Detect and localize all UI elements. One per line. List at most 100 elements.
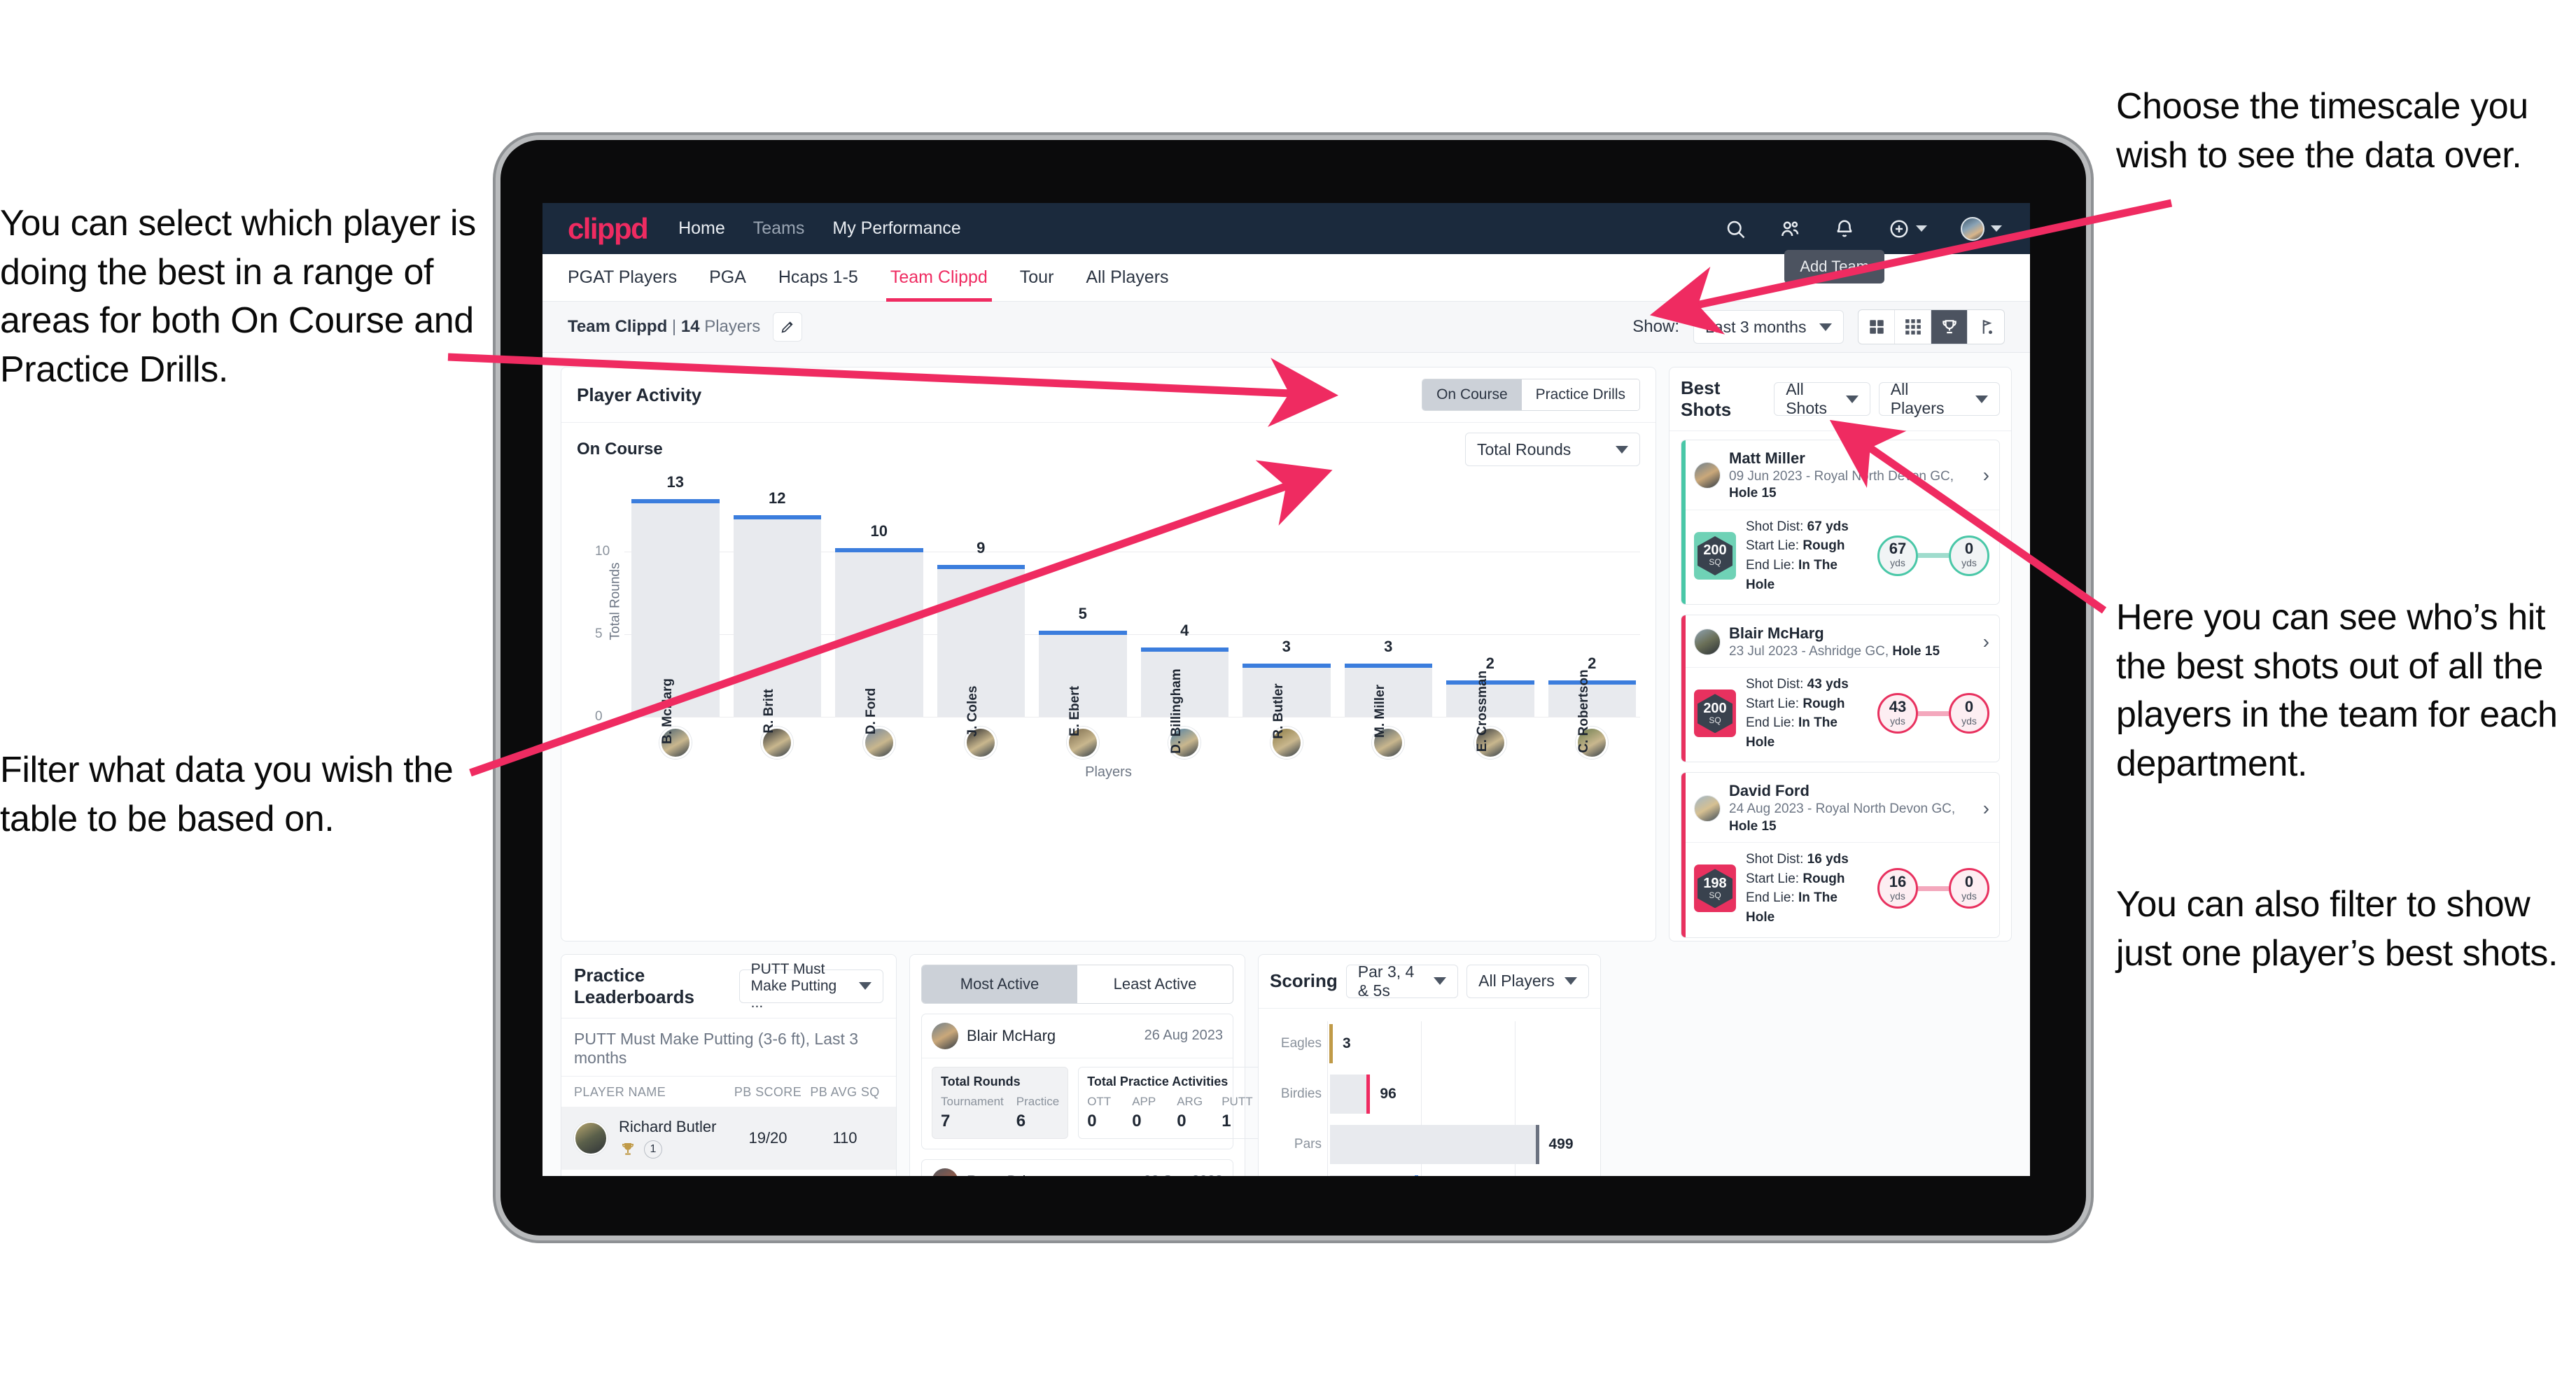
table-row[interactable]: Richard Butler 1 19/20 110	[561, 1106, 896, 1170]
end-lie-line: End Lie: In The Hole	[1746, 890, 1837, 925]
y-tick: 5	[595, 626, 603, 642]
user-menu[interactable]	[1961, 216, 2002, 241]
timescale-select[interactable]: Last 3 months	[1693, 310, 1844, 344]
par-filter-select[interactable]: Par 3, 4 & 5s	[1345, 962, 1459, 1000]
segment-on-course[interactable]: On Course	[1422, 379, 1522, 410]
activity-item[interactable]: Blair McHarg 26 Aug 2023 Total Rounds Tourn…	[921, 1013, 1264, 1149]
player-avatar[interactable]	[734, 727, 822, 759]
chart-bar[interactable]: 4 D. Billingham	[1140, 622, 1228, 754]
chart-bar[interactable]: 3 R. Butler	[1242, 638, 1331, 739]
tab-most-active[interactable]: Most Active	[922, 965, 1077, 1003]
scoring-row[interactable]: Pars 499	[1270, 1124, 1589, 1164]
nav-teams[interactable]: Teams	[753, 218, 805, 239]
best-shots-player-filter[interactable]: All Players	[1878, 380, 2000, 417]
chart-bar[interactable]: 12 R. Britt	[733, 489, 821, 734]
tab-tour[interactable]: Tour	[1020, 254, 1054, 302]
scoring-bar	[1330, 1124, 1539, 1164]
view-trophy-button[interactable]	[1931, 310, 1968, 344]
scoring-row[interactable]: Bogeys211	[1270, 1175, 1589, 1176]
best-shots-shot-filter[interactable]: All Shots	[1774, 380, 1870, 417]
sq-unit: SQ	[1709, 715, 1721, 725]
chart-bar-column[interactable]: 2 E. Crossman	[1446, 486, 1534, 752]
player-activity-body: On Course Total Rounds Total Rounds 0 5 10…	[561, 423, 1656, 789]
player-activity-card: Player Activity On Course Practice Drill…	[561, 367, 1656, 941]
activity-list: Blair McHarg 26 Aug 2023 Total Rounds Tourn…	[910, 1013, 1264, 1177]
chart-bar-column[interactable]: 2 C. Robertson	[1548, 486, 1636, 753]
clippd-logo[interactable]: clippd	[568, 214, 649, 244]
segment-practice-drills[interactable]: Practice Drills	[1521, 379, 1639, 410]
view-flag-button[interactable]	[1968, 310, 2004, 344]
player-activity-header: Player Activity On Course Practice Drill…	[561, 368, 1656, 423]
edit-team-button[interactable]	[773, 312, 803, 342]
tab-pgat-players[interactable]: PGAT Players	[568, 254, 677, 302]
chart-bar[interactable]: 13 B. McHarg	[631, 473, 720, 744]
best-shot-card[interactable]: Blair McHarg 23 Jul 2023 - Ashridge GC, H…	[1681, 615, 2000, 763]
team-tab-strip: PGAT Players PGA Hcaps 1-5 Team Clippd T…	[542, 250, 2030, 302]
chevron-right-icon[interactable]: ›	[1983, 465, 1989, 485]
distance-connector	[1918, 886, 1949, 891]
chart-bar-column[interactable]: 3 M. Miller	[1344, 486, 1432, 738]
player-avatar[interactable]	[1548, 727, 1637, 759]
chart-bar-column[interactable]: 10 D. Ford	[835, 486, 923, 734]
player-avatar[interactable]	[1141, 727, 1229, 759]
player-name: Rees Britt	[967, 1172, 1035, 1177]
player-avatar[interactable]	[1345, 727, 1433, 759]
hexagon-icon: 200 SQ	[1698, 536, 1732, 575]
bar-cap	[1548, 680, 1636, 685]
player-avatar[interactable]	[937, 727, 1026, 759]
dashboard-row-bottom: Practice Leaderboards PUTT Must Make Put…	[561, 953, 2012, 1177]
people-icon[interactable]	[1779, 218, 1800, 239]
nav-my-performance[interactable]: My Performance	[832, 218, 960, 239]
plus-circle-menu[interactable]	[1889, 218, 1927, 239]
tab-all-players[interactable]: All Players	[1086, 254, 1168, 302]
drill-select[interactable]: PUTT Must Make Putting ...	[738, 961, 883, 1011]
device-button-side-3	[493, 728, 500, 757]
stat-value: 0	[1177, 1111, 1186, 1130]
metric-select[interactable]: Total Rounds	[1465, 433, 1640, 466]
tab-team-clippd[interactable]: Team Clippd	[886, 254, 992, 302]
activity-item-header: Rees Britt 02 Sep 2023	[922, 1160, 1233, 1177]
bar-category-label: D. Billingham	[1169, 668, 1184, 754]
distance-from-value: 67	[1889, 540, 1907, 558]
bell-icon[interactable]	[1834, 218, 1855, 239]
view-grid-small-button[interactable]	[1895, 310, 1931, 344]
best-shot-card[interactable]: David Ford 24 Aug 2023 - Royal North Devo…	[1681, 772, 2000, 938]
chart-bar[interactable]: 2 C. Robertson	[1548, 654, 1636, 753]
chart-bar[interactable]: 9 J. Coles	[937, 539, 1025, 736]
chart-bar[interactable]: 2 E. Crossman	[1446, 654, 1534, 752]
chart-bar-column[interactable]: 3 R. Butler	[1242, 486, 1331, 739]
trophy-icon	[1942, 320, 1956, 334]
view-toggle-group	[1858, 309, 2005, 344]
activity-item[interactable]: Rees Britt02 Sep 2023Total RoundsTournam…	[921, 1158, 1233, 1177]
shot-distance-line: Shot Dist: 43 yds	[1746, 677, 1849, 692]
scoring-bar-tip	[1366, 1074, 1371, 1114]
chart-bar[interactable]: 3 M. Miller	[1344, 638, 1432, 738]
chart-bar-column[interactable]: 12 R. Britt	[733, 486, 821, 734]
bar-value-label: 12	[769, 489, 786, 507]
chevron-right-icon[interactable]: ›	[1983, 632, 1989, 652]
nav-home[interactable]: Home	[678, 218, 725, 239]
tab-least-active[interactable]: Least Active	[1077, 965, 1233, 1003]
tab-pga[interactable]: PGA	[709, 254, 746, 302]
chart-bar-column[interactable]: 9 J. Coles	[937, 486, 1025, 736]
search-icon[interactable]	[1725, 218, 1746, 239]
chart-bar-column[interactable]: 13 B. McHarg	[631, 473, 720, 744]
table-row[interactable]: Edward Crossman218/20107	[561, 1170, 896, 1177]
best-shot-card[interactable]: Matt Miller 09 Jun 2023 - Royal North Dev…	[1681, 440, 2000, 606]
stat-value: 1	[1222, 1111, 1231, 1130]
view-grid-large-button[interactable]	[1858, 310, 1895, 344]
chevron-right-icon[interactable]: ›	[1983, 798, 1989, 818]
tab-hcaps-1-5[interactable]: Hcaps 1-5	[778, 254, 858, 302]
chart-bar-column[interactable]: 5 E. Ebert	[1039, 486, 1127, 736]
bar-cap	[733, 515, 821, 520]
scoring-player-filter[interactable]: All Players	[1466, 964, 1589, 998]
column-player-name: PLAYER NAME	[574, 1084, 666, 1099]
chart-bar[interactable]: 5 E. Ebert	[1039, 605, 1127, 736]
chart-bar[interactable]: 10 D. Ford	[835, 522, 923, 734]
plus-circle-icon[interactable]	[1889, 218, 1910, 239]
chart-bar-column[interactable]: 4 D. Billingham	[1140, 486, 1228, 754]
chart-bars: 13 B. McHarg 12 R. Britt 10 D. Ford 9 J. Coles 5…	[631, 473, 1636, 754]
avatar[interactable]	[1961, 216, 1984, 241]
scoring-row[interactable]: Birdies 96	[1270, 1074, 1589, 1114]
scoring-row[interactable]: Eagles 3	[1270, 1023, 1589, 1063]
